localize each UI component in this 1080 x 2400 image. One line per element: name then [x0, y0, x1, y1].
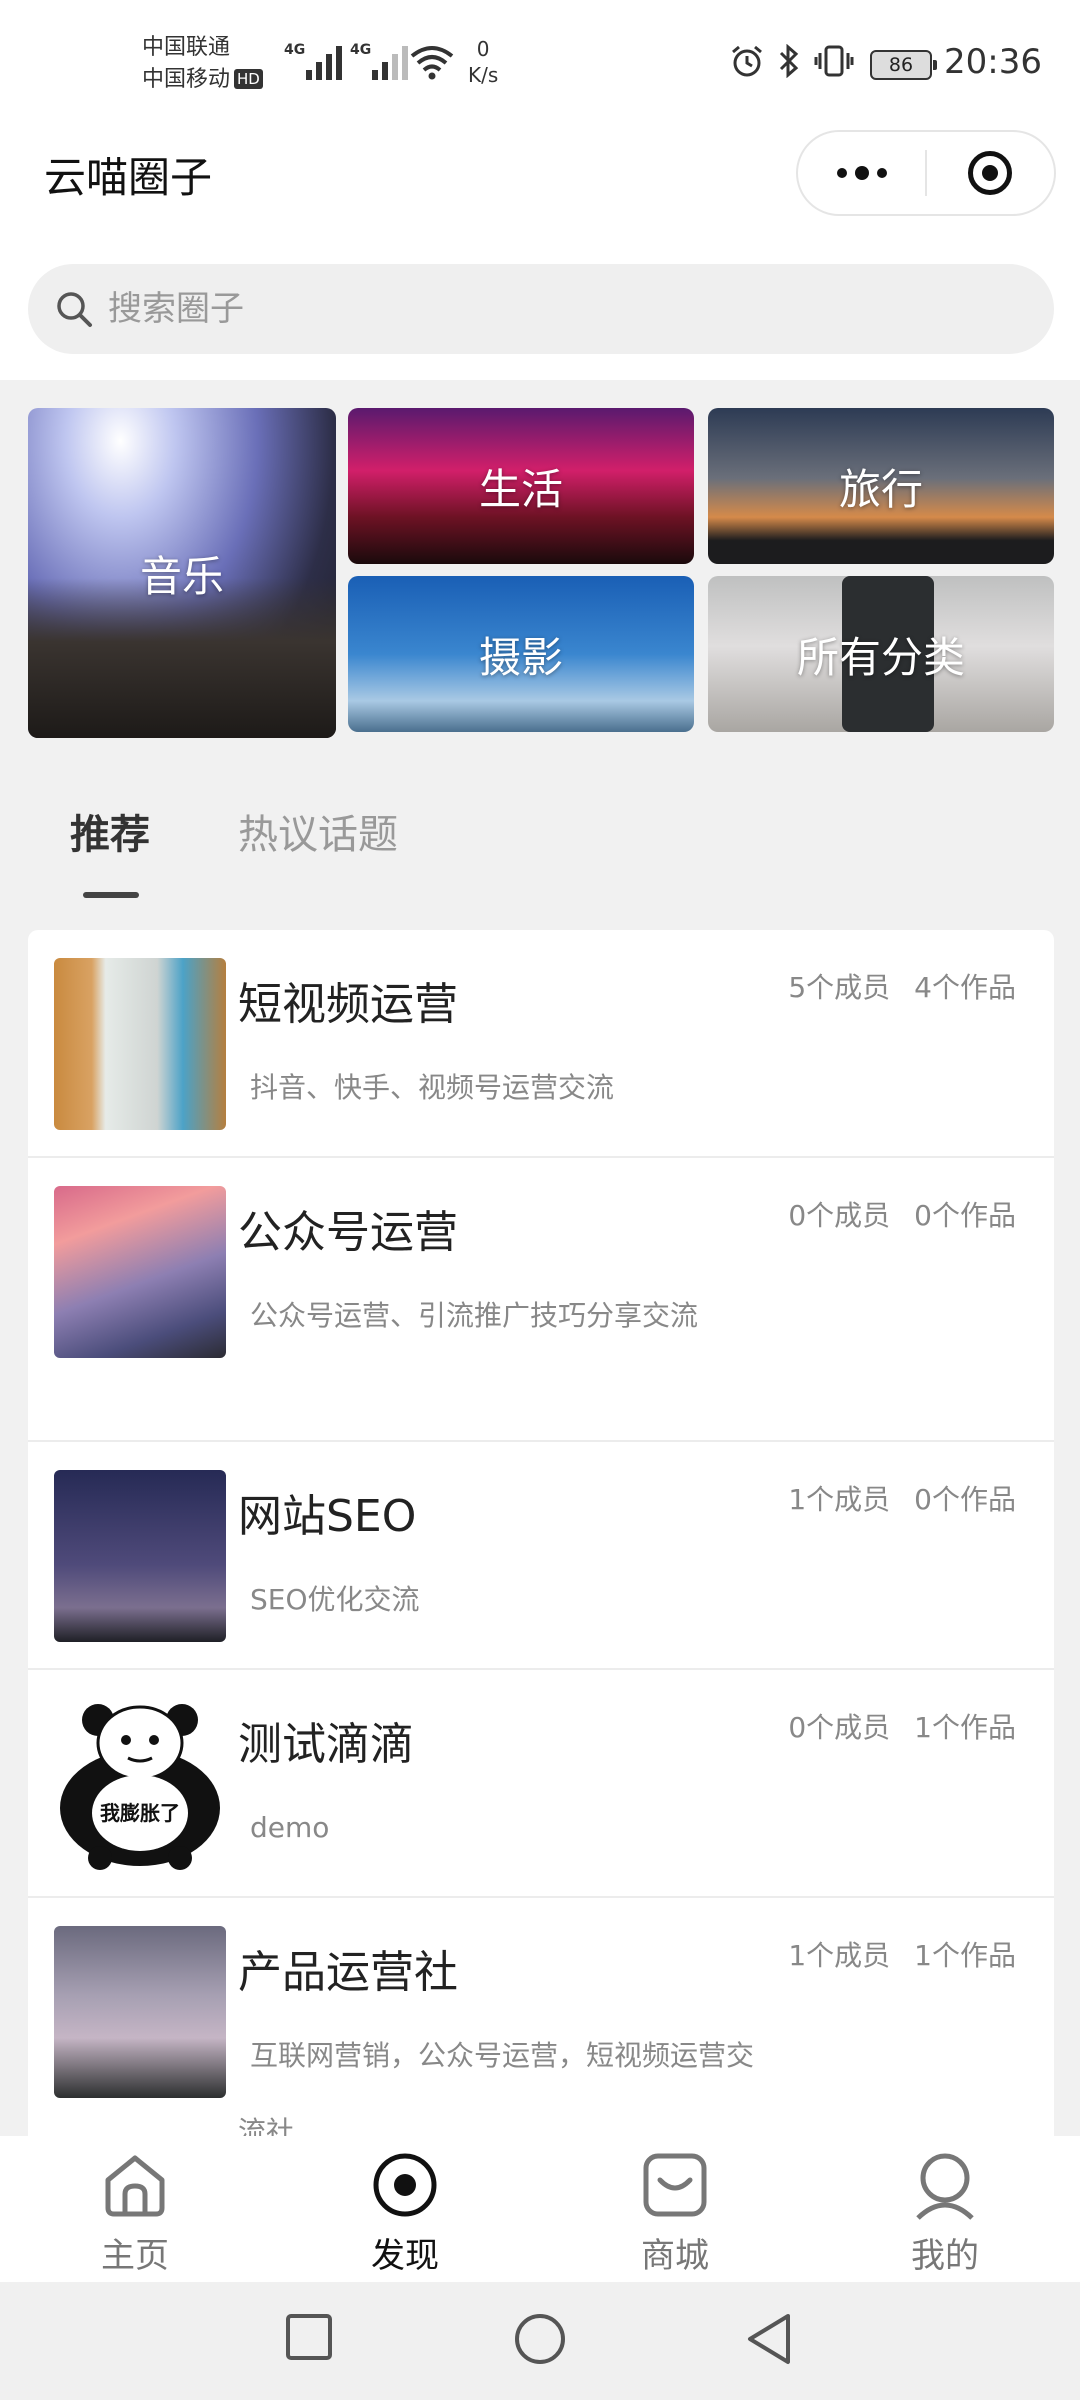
- circle-list: 短视频运营 5个成员 4个作品 抖音、快手、视频号运营交流 公众号运营 0个成员 0…: [28, 930, 1054, 2136]
- page-title: 云喵圈子: [44, 153, 213, 202]
- member-count: 0个成员: [788, 1199, 891, 1232]
- profile-icon: [916, 2153, 974, 2220]
- tab-recommended[interactable]: 推荐: [70, 802, 150, 860]
- carrier-info: 中国联通 中国移动 HD: [142, 32, 263, 96]
- network-speed: 0 K/s: [468, 37, 499, 87]
- circle-name: 产品运营社: [238, 1947, 458, 1998]
- vibrate-icon: [814, 45, 854, 77]
- list-item[interactable]: 我膨胀了 测试滴滴 0个成员 1个作品 demo: [28, 1670, 1054, 1898]
- nav-profile[interactable]: 我的: [875, 2150, 1015, 2277]
- category-label: 生活: [478, 464, 563, 514]
- alarm-icon: [732, 45, 762, 77]
- active-tab-indicator: [83, 892, 139, 898]
- category-photography[interactable]: 摄影: [348, 576, 694, 732]
- more-dots-icon: [836, 166, 887, 180]
- circle-description: demo: [250, 1811, 330, 1844]
- title-bar: 云喵圈子: [0, 130, 1080, 250]
- list-item[interactable]: 产品运营社 1个成员 1个作品 互联网营销，公众号运营，短视频运营交流社: [28, 1898, 1054, 2136]
- shop-bag-icon: [643, 2153, 707, 2217]
- wifi-icon: [410, 46, 454, 80]
- clock: 20:36: [944, 42, 1042, 82]
- content-tabs: 推荐 热议话题: [0, 770, 1080, 910]
- circle-thumbnail: [54, 1470, 226, 1642]
- battery-indicator: 86: [870, 50, 937, 80]
- category-grid: 音乐 生活 旅行 摄影 所有分类: [28, 408, 1054, 738]
- category-music[interactable]: 音乐: [28, 408, 336, 738]
- circle-thumbnail: 我膨胀了: [54, 1698, 226, 1870]
- list-item[interactable]: 网站SEO 1个成员 0个作品 SEO优化交流: [28, 1442, 1054, 1670]
- member-count: 5个成员: [788, 971, 891, 1004]
- circle-thumbnail: [54, 958, 226, 1130]
- circle-description: SEO优化交流: [250, 1583, 420, 1616]
- search-input[interactable]: [108, 289, 1008, 329]
- target-circle-icon: [968, 151, 1013, 195]
- category-label: 音乐: [139, 551, 224, 601]
- nav-discover[interactable]: 发现: [335, 2150, 475, 2277]
- nav-home[interactable]: 主页: [65, 2150, 205, 2277]
- category-life[interactable]: 生活: [348, 408, 694, 564]
- member-count: 0个成员: [788, 1711, 891, 1744]
- recent-apps-icon[interactable]: [284, 2312, 334, 2362]
- circle-name: 公众号运营: [238, 1207, 458, 1258]
- discover-icon: [373, 2153, 437, 2217]
- category-label: 摄影: [478, 632, 563, 682]
- circle-thumbnail: [54, 1926, 226, 2098]
- work-count: 1个作品: [914, 1711, 1016, 1744]
- list-item[interactable]: 短视频运营 5个成员 4个作品 抖音、快手、视频号运营交流: [28, 930, 1054, 1158]
- bluetooth-icon: [779, 44, 799, 78]
- bottom-tab-bar: 主页 发现 商城 我的: [0, 2136, 1080, 2282]
- back-triangle-icon[interactable]: [744, 2312, 794, 2366]
- search-section: [0, 250, 1080, 380]
- work-count: 1个作品: [914, 1939, 1016, 1972]
- search-icon: [57, 292, 92, 327]
- system-navigation-bar: [0, 2282, 1080, 2400]
- carrier-2: 中国移动: [142, 67, 231, 92]
- hd-badge: HD: [234, 69, 263, 89]
- circle-name: 测试滴滴: [238, 1719, 414, 1770]
- status-bar: 中国联通 中国移动 HD 4G 4G 0 K/s 86 20:36: [0, 0, 1080, 130]
- work-count: 0个作品: [914, 1199, 1016, 1232]
- panda-meme-image: 我膨胀了: [60, 1704, 220, 1870]
- home-icon: [105, 2155, 165, 2217]
- tab-hot-topics[interactable]: 热议话题: [238, 802, 398, 860]
- close-mini-program-button[interactable]: [927, 130, 1054, 216]
- member-count: 1个成员: [788, 1939, 891, 1972]
- carrier-1: 中国联通: [142, 35, 231, 60]
- mini-program-capsule: [796, 130, 1056, 216]
- nav-shop[interactable]: 商城: [605, 2150, 745, 2277]
- category-all[interactable]: 所有分类: [708, 576, 1054, 732]
- search-bar[interactable]: [28, 264, 1054, 354]
- work-count: 0个作品: [914, 1483, 1016, 1516]
- svg-text:我膨胀了: 我膨胀了: [100, 1801, 180, 1825]
- more-button[interactable]: [798, 130, 925, 216]
- list-item[interactable]: 公众号运营 0个成员 0个作品 公众号运营、引流推广技巧分享交流: [28, 1158, 1054, 1442]
- circle-description: 互联网营销，公众号运营，短视频运营交流社: [238, 2039, 755, 2136]
- circle-description: 公众号运营、引流推广技巧分享交流: [250, 1299, 699, 1332]
- home-circle-icon[interactable]: [513, 2312, 567, 2366]
- category-label: 旅行: [838, 464, 923, 514]
- category-label: 所有分类: [796, 632, 965, 682]
- circle-description: 抖音、快手、视频号运营交流: [250, 1071, 615, 1104]
- circle-name: 短视频运营: [238, 979, 458, 1030]
- category-travel[interactable]: 旅行: [708, 408, 1054, 564]
- work-count: 4个作品: [914, 971, 1016, 1004]
- circle-name: 网站SEO: [238, 1491, 417, 1542]
- member-count: 1个成员: [788, 1483, 891, 1516]
- circle-thumbnail: [54, 1186, 226, 1358]
